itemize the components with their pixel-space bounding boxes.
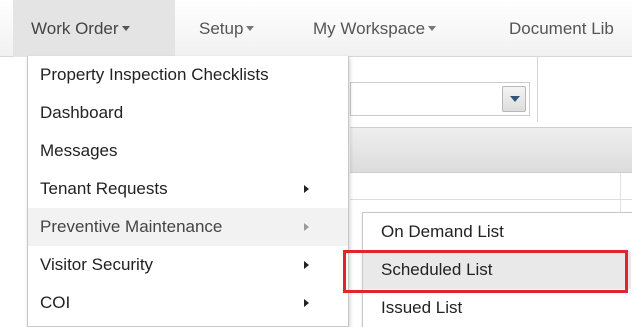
menu-item-label: Tenant Requests [40, 179, 168, 198]
menu-item-label: Preventive Maintenance [40, 217, 223, 236]
nav-work-order-label: Work Order [31, 19, 119, 38]
nav-document-library-label: Document Lib [509, 19, 614, 38]
menu-item-tenant-requests[interactable]: Tenant Requests [28, 170, 348, 208]
caret-down-icon [121, 26, 130, 32]
menu-item-label: Dashboard [40, 103, 124, 122]
chevron-right-icon [304, 299, 309, 307]
menu-item-preventive-maintenance[interactable]: Preventive Maintenance [28, 208, 348, 246]
select-dropdown-button[interactable] [502, 86, 526, 112]
content-divider [350, 199, 632, 200]
nav-setup[interactable]: Setup [199, 0, 255, 57]
chevron-right-icon [304, 261, 309, 269]
menu-item-label: Visitor Security [40, 255, 154, 274]
caret-down-icon [246, 26, 255, 32]
menu-item-visitor-security[interactable]: Visitor Security [28, 246, 348, 284]
menu-item-label: Messages [40, 141, 118, 160]
caret-down-icon [428, 26, 437, 32]
nav-document-library[interactable]: Document Lib [509, 0, 614, 57]
submenu-item-label: Issued List [381, 298, 463, 317]
submenu-item-scheduled-list[interactable]: Scheduled List [363, 251, 631, 289]
submenu-item-label: On Demand List [381, 222, 504, 241]
preventive-maintenance-submenu: On Demand List Scheduled List Issued Lis… [362, 212, 632, 327]
menu-item-messages[interactable]: Messages [28, 132, 348, 170]
menu-item-property-inspection-checklists[interactable]: Property Inspection Checklists [28, 56, 348, 94]
submenu-item-on-demand-list[interactable]: On Demand List [363, 213, 631, 251]
work-order-dropdown: Property Inspection Checklists Dashboard… [27, 56, 349, 327]
chevron-right-icon [304, 223, 309, 231]
top-navbar: Work Order Setup My Workspace Document L… [0, 0, 632, 57]
nav-my-workspace-label: My Workspace [313, 19, 426, 38]
content-divider [537, 57, 538, 122]
menu-item-coi[interactable]: COI [28, 284, 348, 322]
menu-item-dashboard[interactable]: Dashboard [28, 94, 348, 132]
menu-item-label: Property Inspection Checklists [40, 65, 269, 84]
chevron-down-icon [510, 96, 520, 102]
nav-work-order[interactable]: Work Order [13, 0, 175, 57]
background-toolbar-band [350, 127, 632, 173]
nav-my-workspace[interactable]: My Workspace [313, 0, 437, 57]
menu-item-label: COI [40, 293, 71, 312]
nav-setup-label: Setup [199, 19, 244, 38]
submenu-item-label: Scheduled List [381, 260, 493, 279]
submenu-item-issued-list[interactable]: Issued List [363, 289, 631, 327]
chevron-right-icon [304, 185, 309, 193]
